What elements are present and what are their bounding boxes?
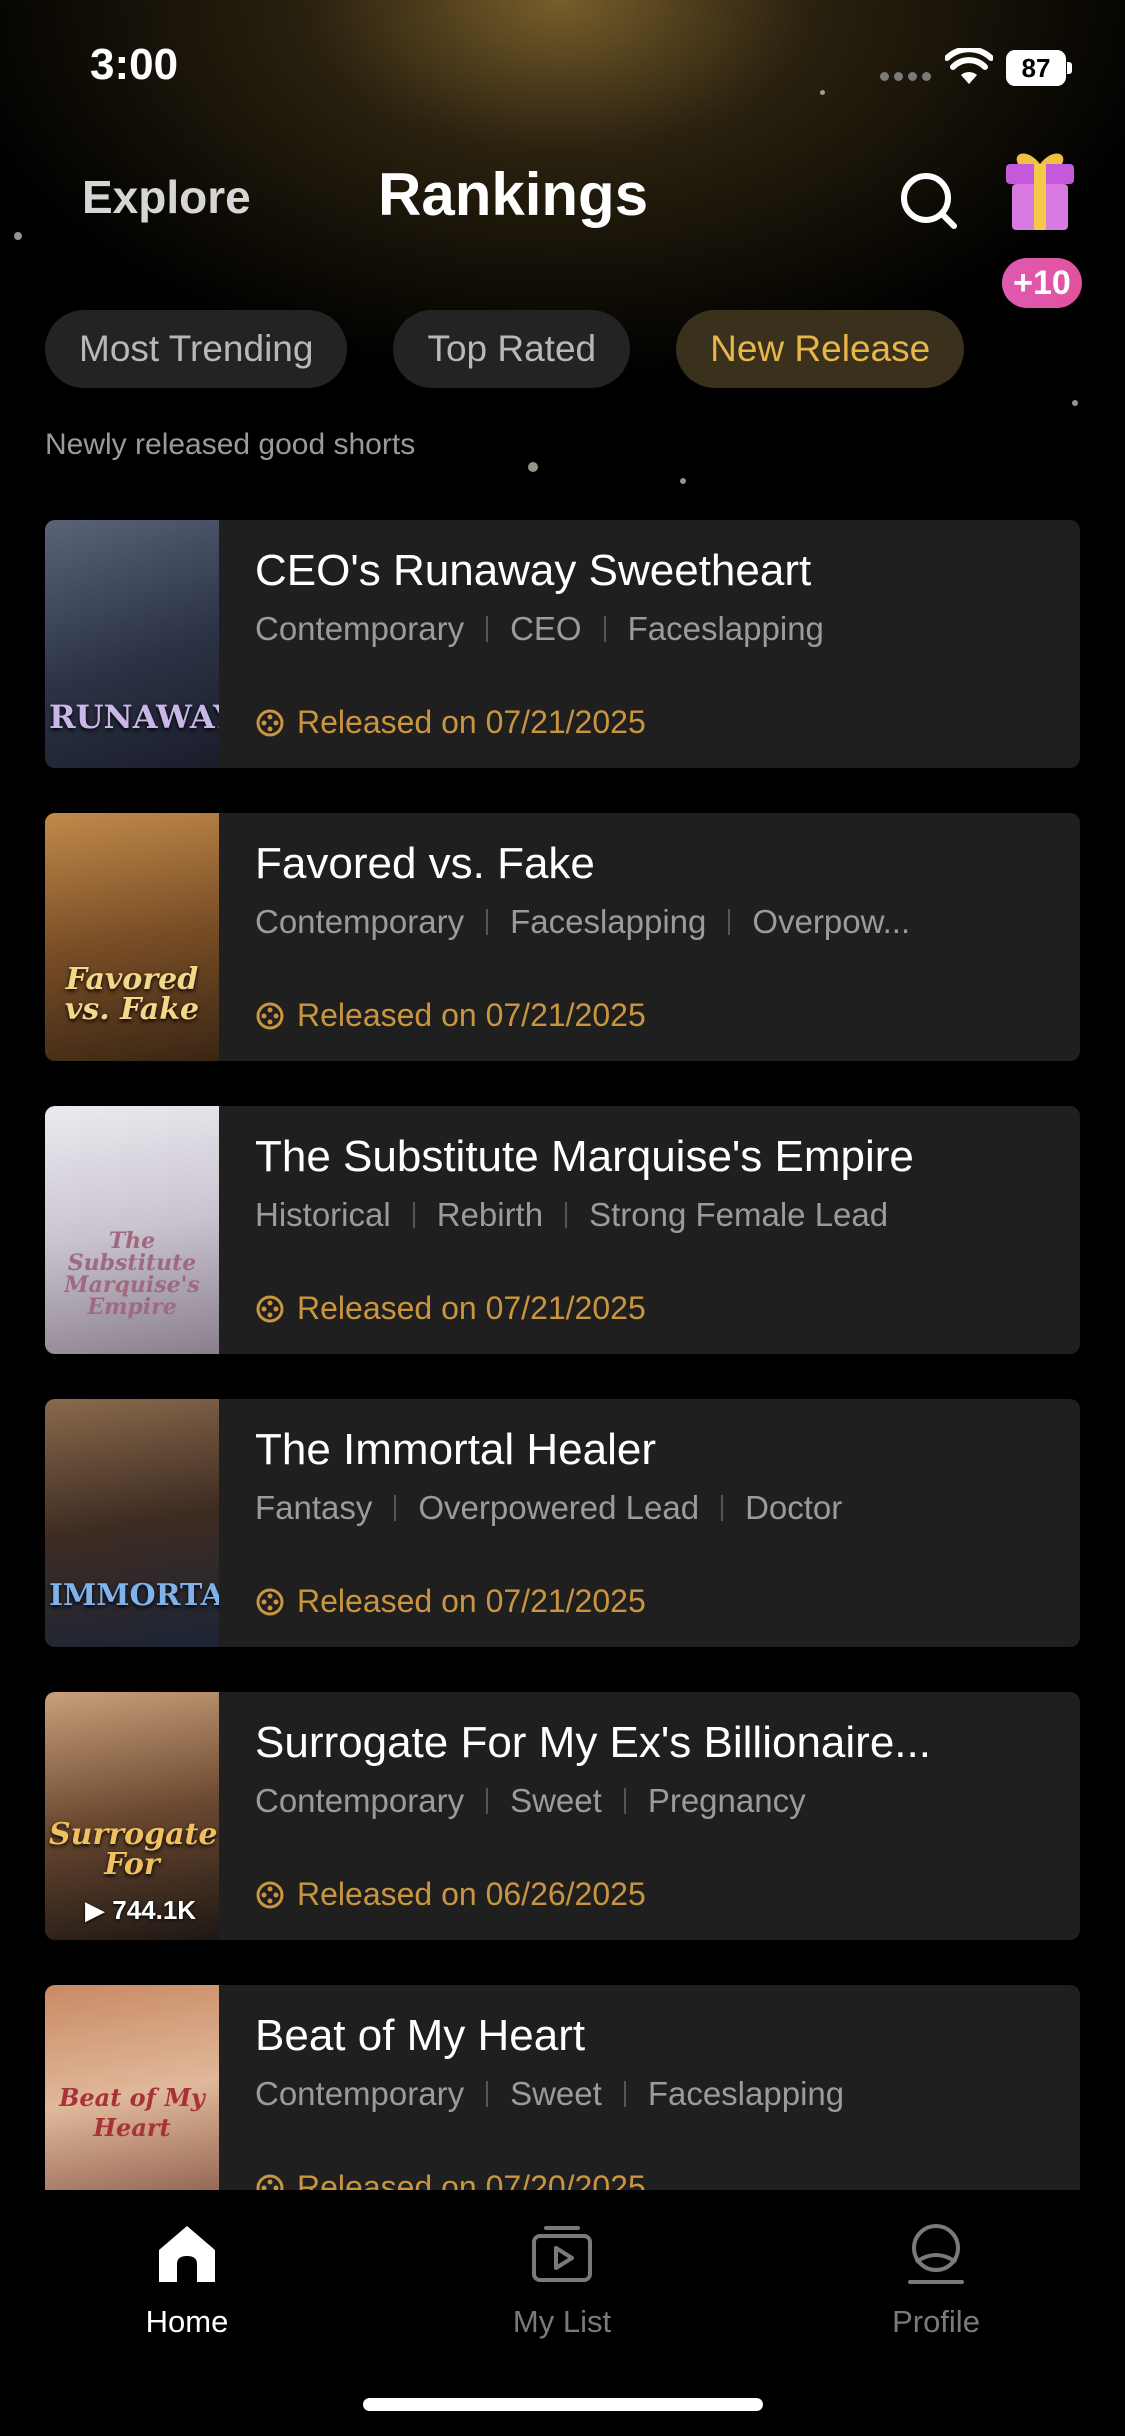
ranking-tabs: Most Trending Top Rated New Release [45, 310, 965, 388]
item-tags: Contemporary Faceslapping Overpow... [255, 903, 1055, 941]
list-item[interactable]: Favored vs. Fake Favored vs. Fake Contem… [45, 813, 1080, 1061]
nav-my-list-label: My List [512, 2304, 612, 2339]
release-date-text: Released on 07/21/2025 [297, 1583, 646, 1619]
play-icon: ▶ [85, 1895, 105, 1925]
item-tags: Historical Rebirth Strong Female Lead [255, 1196, 1055, 1234]
home-indicator [363, 2398, 763, 2411]
tab-most-trending[interactable]: Most Trending [45, 310, 348, 388]
status-bar: 3:00 87 [0, 0, 1125, 140]
tag: Strong Female Lead [589, 1196, 889, 1233]
item-title: CEO's Runaway Sweetheart [255, 546, 812, 595]
section-subtitle: Newly released good shorts [45, 428, 416, 461]
home-icon [159, 2226, 215, 2282]
item-title: Favored vs. Fake [255, 839, 595, 888]
item-tags: Contemporary Sweet Pregnancy [255, 1782, 1055, 1820]
poster-title: Favored vs. Fake [64, 962, 200, 1027]
tag: Rebirth [436, 1196, 544, 1233]
my-list-icon [532, 2226, 592, 2282]
tag: CEO [510, 610, 582, 647]
gift-reward-badge[interactable]: +10 [1002, 258, 1082, 308]
tag: Sweet [510, 1782, 602, 1819]
tag: Pregnancy [647, 1782, 806, 1819]
poster-title: Surrogate For [49, 1817, 218, 1882]
cellular-signal-icon [880, 72, 931, 81]
tag: Historical [255, 1196, 391, 1233]
status-time: 3:00 [90, 40, 179, 89]
list-item[interactable]: IMMORTAL The Immortal Healer Fantasy Ove… [45, 1399, 1080, 1647]
decor-star [680, 478, 686, 484]
poster-title: The Substitute Marquise's Empire [64, 1228, 200, 1320]
release-date-text: Released on 07/21/2025 [297, 997, 646, 1033]
tag: Doctor [745, 1489, 843, 1526]
poster-title: RUNAWAY [49, 698, 219, 736]
wifi-icon [945, 48, 993, 84]
film-reel-icon [256, 1002, 284, 1029]
tag: Faceslapping [627, 610, 824, 647]
item-title: The Immortal Healer [255, 1425, 657, 1474]
search-icon[interactable] [896, 168, 962, 234]
item-title: Beat of My Heart [255, 2011, 586, 2060]
film-reel-icon [256, 709, 284, 736]
release-date: Released on 07/21/2025 [255, 1290, 646, 1327]
explore-tab[interactable]: Explore [82, 170, 251, 224]
tag: Overpowered Lead [418, 1489, 700, 1526]
profile-icon [908, 2224, 964, 2284]
nav-profile-label: Profile [892, 2304, 980, 2339]
poster-thumbnail[interactable]: IMMORTAL [45, 1399, 219, 1647]
poster-thumbnail[interactable]: Favored vs. Fake [45, 813, 219, 1061]
release-date: Released on 06/26/2025 [255, 1876, 646, 1913]
release-date-text: Released on 07/21/2025 [297, 1290, 646, 1326]
list-item[interactable]: RUNAWAY CEO's Runaway Sweetheart Contemp… [45, 520, 1080, 768]
release-date: Released on 07/21/2025 [255, 1583, 646, 1620]
tag: Contemporary [255, 903, 465, 940]
release-date-text: Released on 07/21/2025 [297, 704, 646, 740]
tag: Fantasy [255, 1489, 373, 1526]
battery-level: 87 [1006, 50, 1066, 86]
film-reel-icon [256, 1881, 284, 1908]
poster-thumbnail[interactable]: RUNAWAY [45, 520, 219, 768]
film-reel-icon [256, 1588, 284, 1615]
poster-title: Beat of My Heart [59, 2083, 205, 2142]
item-tags: Contemporary Sweet Faceslapping [255, 2075, 1055, 2113]
nav-my-list[interactable]: My List [462, 2218, 662, 2340]
tab-new-release[interactable]: New Release [676, 310, 965, 388]
tag: Contemporary [255, 610, 465, 647]
gift-icon[interactable] [1000, 142, 1080, 236]
list-item[interactable]: Surrogate For ▶ 744.1K Surrogate For My … [45, 1692, 1080, 1940]
tag: Faceslapping [647, 2075, 845, 2112]
tag: Overpow... [752, 903, 911, 940]
poster-thumbnail[interactable]: Surrogate For ▶ 744.1K [45, 1692, 219, 1940]
decor-star [1072, 400, 1078, 406]
list-item[interactable]: The Substitute Marquise's Empire The Sub… [45, 1106, 1080, 1354]
tag: Faceslapping [510, 903, 707, 940]
ranking-list: RUNAWAY CEO's Runaway Sweetheart Contemp… [45, 520, 1080, 2278]
release-date: Released on 07/21/2025 [255, 997, 646, 1034]
film-reel-icon [256, 1295, 284, 1322]
release-date-text: Released on 06/26/2025 [297, 1876, 646, 1912]
nav-home-label: Home [145, 2304, 229, 2339]
page-title: Rankings [378, 161, 649, 228]
tag: Contemporary [255, 2075, 465, 2112]
battery-icon: 87 [1006, 50, 1072, 86]
item-tags: Contemporary CEO Faceslapping [255, 610, 1055, 648]
poster-thumbnail[interactable]: The Substitute Marquise's Empire [45, 1106, 219, 1354]
item-title: The Substitute Marquise's Empire [255, 1132, 914, 1181]
item-title: Surrogate For My Ex's Billionaire... [255, 1718, 931, 1767]
item-tags: Fantasy Overpowered Lead Doctor [255, 1489, 1055, 1527]
decor-star [14, 232, 22, 240]
poster-title: IMMORTAL [49, 1578, 219, 1613]
tag: Sweet [510, 2075, 602, 2112]
release-date: Released on 07/21/2025 [255, 704, 646, 741]
nav-profile[interactable]: Profile [836, 2218, 1036, 2340]
tag: Contemporary [255, 1782, 465, 1819]
view-count-text: 744.1K [112, 1895, 197, 1925]
nav-home[interactable]: Home [87, 2218, 287, 2340]
tab-top-rated[interactable]: Top Rated [393, 310, 631, 388]
view-count: ▶ 744.1K [85, 1895, 196, 1926]
decor-star [528, 462, 538, 472]
